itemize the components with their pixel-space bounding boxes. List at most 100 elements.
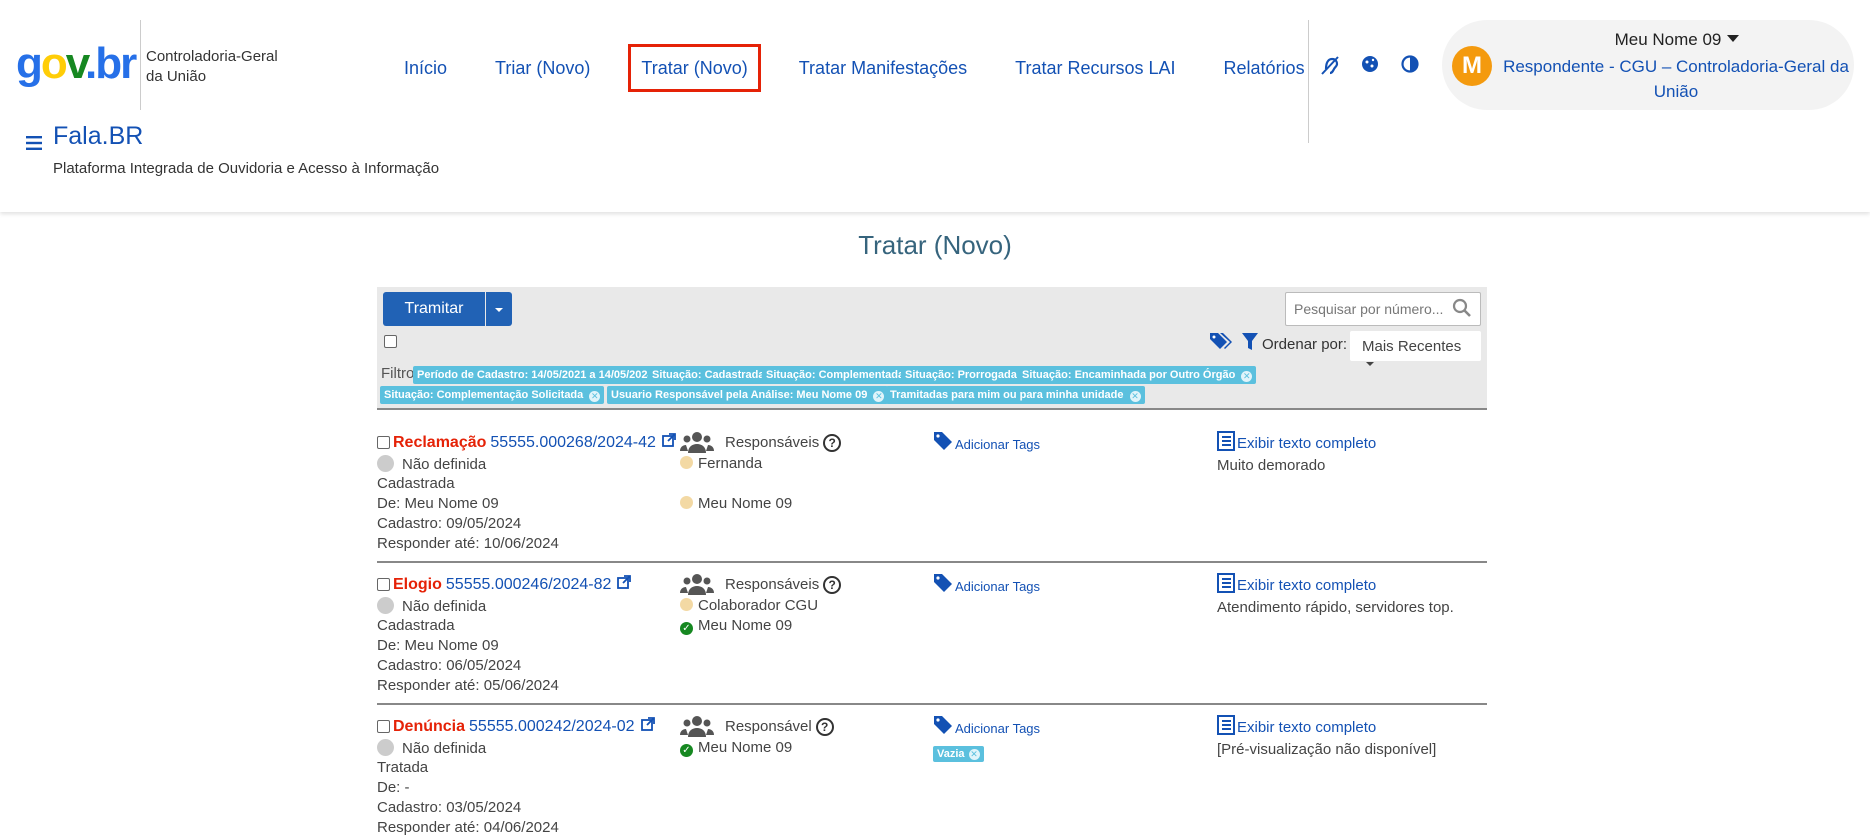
- record-created: Cadastro: 09/05/2024: [377, 515, 522, 532]
- avatar: M: [1452, 46, 1492, 86]
- pending-status-icon: [680, 598, 693, 611]
- header-divider: [1308, 20, 1309, 143]
- record-priority: Não definida: [377, 597, 486, 615]
- record-number-link[interactable]: 55555.000268/2024-42: [490, 434, 656, 451]
- org-name: Controladoria-Geral da União: [146, 48, 278, 85]
- filter-chip: Tramitadas para mim ou para minha unidad…: [886, 386, 1145, 404]
- select-all-checkbox[interactable]: [384, 335, 397, 348]
- app-title: Fala.BR: [53, 122, 144, 150]
- nav-tratar-novo[interactable]: Tratar (Novo): [628, 44, 761, 92]
- filter-chip: Situação: Encaminhada por Outro Órgão ✕: [1018, 366, 1257, 384]
- tag-icon: [933, 573, 953, 599]
- show-full-text-link[interactable]: Exibir texto completo: [1217, 715, 1376, 737]
- responsavel-label: Responsável?: [725, 718, 834, 736]
- remove-filter-icon[interactable]: ✕: [589, 391, 601, 402]
- record-number-link[interactable]: 55555.000242/2024-02: [469, 718, 635, 735]
- nav-tratar-recursos-lai[interactable]: Tratar Recursos LAI: [991, 44, 1199, 92]
- external-link-icon[interactable]: [617, 575, 632, 592]
- nav-relatorios[interactable]: Relatórios: [1200, 44, 1329, 92]
- record-checkbox[interactable]: [377, 720, 390, 733]
- record-row: Reclamação 55555.000268/2024-42 Não defin…: [377, 421, 1487, 563]
- tag-chip: Vazia ✕: [933, 746, 984, 762]
- priority-dot-icon: [377, 739, 394, 756]
- tramitar-button[interactable]: Tramitar: [383, 292, 485, 326]
- record-created: Cadastro: 06/05/2024: [377, 657, 522, 674]
- external-link-icon[interactable]: [661, 433, 676, 450]
- app-subtitle: Plataforma Integrada de Ouvidoria e Aces…: [53, 160, 440, 177]
- users-icon: [680, 573, 714, 597]
- record-number-link[interactable]: 55555.000246/2024-82: [446, 576, 612, 593]
- responsible-person: Meu Nome 09: [680, 495, 792, 512]
- govbr-logo[interactable]: gov.br: [16, 40, 137, 88]
- cookie-icon[interactable]: [1358, 54, 1382, 78]
- record-due: Responder até: 10/06/2024: [377, 535, 559, 552]
- main-nav: Início Triar (Novo) Tratar (Novo) Tratar…: [380, 44, 1329, 92]
- users-icon: [680, 715, 714, 739]
- record-checkbox[interactable]: [377, 436, 390, 449]
- record-type: Elogio 55555.000246/2024-82: [393, 575, 632, 594]
- user-menu[interactable]: M Meu Nome 09 Respondente - CGU – Contro…: [1442, 20, 1854, 110]
- record-from: De: Meu Nome 09: [377, 495, 499, 512]
- order-label: Ordenar por:: [1262, 336, 1348, 353]
- help-icon[interactable]: ?: [815, 718, 834, 736]
- show-full-text-link[interactable]: Exibir texto completo: [1217, 431, 1376, 453]
- user-name[interactable]: Meu Nome 09: [1502, 30, 1852, 50]
- hamburger-menu-icon[interactable]: [26, 130, 42, 156]
- filter-icon[interactable]: [1241, 332, 1259, 358]
- nav-triar-novo[interactable]: Triar (Novo): [471, 44, 614, 92]
- responsible-person: ✓ Meu Nome 09: [680, 617, 792, 635]
- tags-icon[interactable]: [1209, 331, 1235, 357]
- toolbar-panel: Tramitar Pesquisar por número... Ordenar…: [377, 287, 1487, 410]
- responsible-person: Colaborador CGU: [680, 597, 818, 614]
- tag-icon: [933, 715, 953, 741]
- add-tags-link[interactable]: Adicionar Tags: [933, 715, 1040, 741]
- record-checkbox[interactable]: [377, 578, 390, 591]
- responsible-person: ✓ Meu Nome 09: [680, 739, 792, 757]
- search-input[interactable]: Pesquisar por número...: [1285, 292, 1481, 326]
- users-icon: [680, 431, 714, 455]
- contrast-icon[interactable]: [1398, 54, 1422, 78]
- remove-filter-icon[interactable]: ✕: [1129, 391, 1141, 402]
- check-circle-icon: ✓: [680, 744, 693, 757]
- user-role: Respondente - CGU – Controladoria-Geral …: [1503, 57, 1849, 101]
- record-status: Cadastrada: [377, 475, 455, 492]
- remove-filter-icon[interactable]: ✕: [873, 391, 885, 402]
- search-icon[interactable]: [1452, 298, 1474, 320]
- pending-status-icon: [680, 496, 693, 509]
- record-status: Tratada: [377, 759, 429, 776]
- site-header: gov.br Controladoria-Geral da União Iníc…: [0, 0, 1870, 212]
- remove-tag-icon[interactable]: ✕: [968, 749, 980, 760]
- text-preview: Atendimento rápido, servidores top.: [1217, 599, 1454, 616]
- document-list-icon: [1217, 573, 1235, 593]
- tramitar-dropdown-button[interactable]: [486, 292, 512, 326]
- nav-inicio[interactable]: Início: [380, 44, 471, 92]
- responsaveis-label: Responsáveis?: [725, 576, 842, 594]
- logo-divider: [140, 20, 141, 110]
- check-circle-icon: ✓: [680, 622, 693, 635]
- show-full-text-link[interactable]: Exibir texto completo: [1217, 573, 1376, 595]
- record-priority: Não definida: [377, 455, 486, 473]
- record-type: Denúncia 55555.000242/2024-02: [393, 717, 655, 736]
- external-link-icon[interactable]: [640, 717, 655, 734]
- record-priority: Não definida: [377, 739, 486, 757]
- filter-chip: Situação: Complementação Solicitada ✕: [380, 386, 605, 404]
- record-row: Elogio 55555.000246/2024-82 Não definida …: [377, 563, 1487, 705]
- help-icon[interactable]: ?: [823, 434, 842, 452]
- add-tags-link[interactable]: Adicionar Tags: [933, 573, 1040, 599]
- priority-dot-icon: [377, 597, 394, 614]
- tag-icon: [933, 431, 953, 457]
- record-row: Denúncia 55555.000242/2024-02 Não definid…: [377, 705, 1487, 837]
- document-list-icon: [1217, 715, 1235, 735]
- filter-chip: Período de Cadastro: 14/05/2021 a 14/05/…: [413, 366, 675, 384]
- help-icon[interactable]: ?: [823, 576, 842, 594]
- record-due: Responder até: 04/06/2024: [377, 819, 559, 836]
- record-from: De: Meu Nome 09: [377, 637, 499, 654]
- order-select[interactable]: Mais Recentes: [1350, 331, 1481, 366]
- priority-dot-icon: [377, 455, 394, 472]
- remove-filter-icon[interactable]: ✕: [1241, 371, 1253, 382]
- add-tags-link[interactable]: Adicionar Tags: [933, 431, 1040, 457]
- text-preview: [Pré-visualização não disponível]: [1217, 741, 1437, 758]
- accessibility-hearing-icon[interactable]: [1318, 54, 1342, 78]
- nav-tratar-manifestacoes[interactable]: Tratar Manifestações: [775, 44, 991, 92]
- pending-status-icon: [680, 456, 693, 469]
